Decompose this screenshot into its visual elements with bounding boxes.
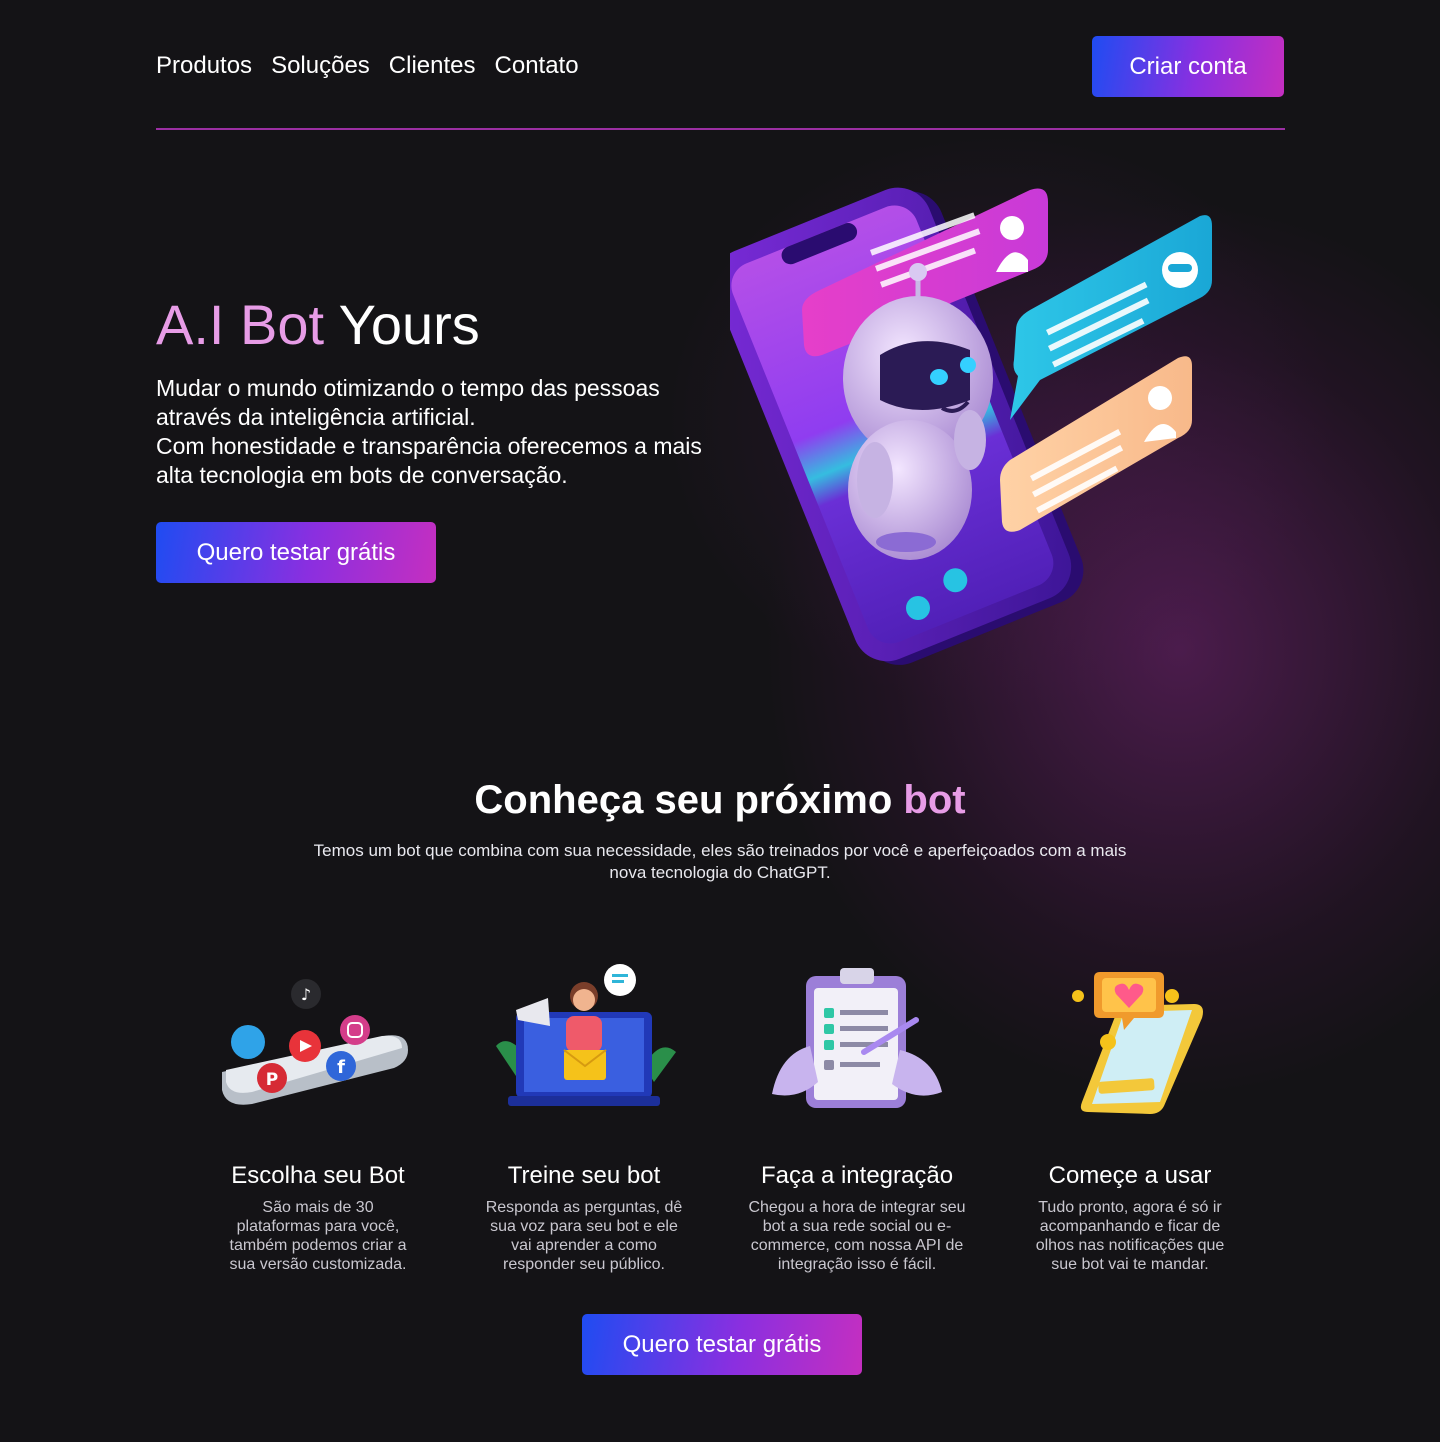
step-text: Chegou a hora de integrar seu bot a sua … <box>748 1199 966 1273</box>
main-nav: Produtos Soluções Clientes Contato <box>156 50 579 82</box>
hero-description: Mudar o mundo otimizando o tempo das pes… <box>156 374 736 490</box>
section-subtitle: Temos um bot que combina com sua necessi… <box>313 841 1127 882</box>
step-card-1: Escolha seu Bot São mais de 30 plataform… <box>188 1160 448 1274</box>
svg-text:f: f <box>337 1057 345 1078</box>
nav-divider <box>156 128 1285 130</box>
section-cta-button[interactable]: Quero testar grátis <box>582 1314 862 1375</box>
step-card-2: Treine seu bot Responda as perguntas, dê… <box>454 1160 714 1274</box>
step-title: Faça a integração <box>760 1162 954 1189</box>
create-account-button[interactable]: Criar conta <box>1092 36 1284 97</box>
step-card-4: Começe a usar Tudo pronto, agora é só ir… <box>1000 1160 1260 1274</box>
hero-title-accent: A.I Bot <box>156 293 325 356</box>
hero-title: A.I Bot Yours <box>156 290 480 360</box>
hero-title-rest: Yours <box>324 293 480 356</box>
step-text: São mais de 30 plataformas para você, ta… <box>229 1199 407 1273</box>
step-title: Escolha seu Bot <box>231 1162 405 1189</box>
svg-text:P: P <box>266 1070 278 1090</box>
nav-item-contato[interactable]: Contato <box>495 50 579 82</box>
hero-description-line1: Mudar o mundo otimizando o tempo das pes… <box>156 375 660 430</box>
section-title-main: Conheça seu próximo <box>474 778 904 822</box>
nav-item-clientes[interactable]: Clientes <box>389 50 476 82</box>
svg-text:♪: ♪ <box>301 985 311 1004</box>
step-title: Começe a usar <box>1048 1162 1212 1189</box>
step-title: Treine seu bot <box>507 1162 661 1189</box>
nav-item-produtos[interactable]: Produtos <box>156 50 252 82</box>
clipboard-checklist-illustration <box>772 968 942 1108</box>
section-title: Conheça seu próximo bot <box>0 774 1440 826</box>
social-phone-illustration: ♪ f P <box>222 979 408 1105</box>
step-card-3: Faça a integração Chegou a hora de integ… <box>727 1160 987 1274</box>
hero-cta-button[interactable]: Quero testar grátis <box>156 522 436 583</box>
hero-description-line2: Com honestidade e transparência oferecem… <box>156 433 702 488</box>
step-text: Responda as perguntas, dê sua voz para s… <box>485 1199 683 1273</box>
step-text: Tudo pronto, agora é só ir acompanhando … <box>1035 1199 1225 1273</box>
phone-notification-illustration <box>1072 972 1203 1114</box>
robot-phone-illustration <box>730 187 1212 665</box>
section-title-accent: bot <box>903 778 966 822</box>
nav-item-solucoes[interactable]: Soluções <box>271 50 370 82</box>
laptop-marketing-illustration <box>496 964 676 1106</box>
